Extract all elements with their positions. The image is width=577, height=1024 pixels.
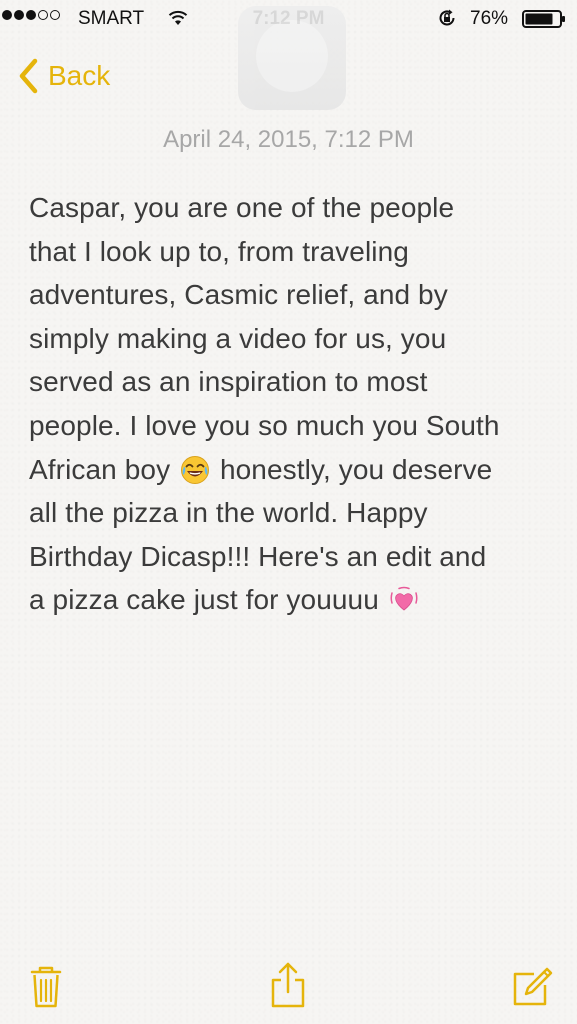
note-body[interactable]: Caspar, you are one of the people that I… (29, 186, 559, 622)
note-text: African boy (29, 453, 171, 485)
note-date: April 24, 2015, 7:12 PM (163, 126, 414, 153)
app-icon-placeholder (238, 6, 346, 110)
delete-note-button[interactable] (24, 960, 68, 1010)
rotation-lock-icon (439, 9, 455, 26)
note-line: served as an inspiration to most (29, 366, 428, 398)
vibrating-heart-emoji-icon (390, 587, 418, 611)
compose-icon (513, 967, 553, 1006)
note-line: people. I love you so much you South (29, 409, 500, 441)
note-line: that I look up to, from traveling (29, 235, 409, 267)
chevron-left-icon (19, 58, 38, 94)
back-label: Back (48, 60, 111, 91)
notes-screen: SMART 7:12 PM 76% Back April 24, 2015 (0, 0, 577, 1024)
note-text: a pizza cake just for youuuu (29, 584, 379, 616)
note-line: African boy honestly, you deserve (29, 448, 559, 492)
note-line: Birthday Dicasp!!! Here's an edit and (29, 540, 487, 572)
share-icon (271, 962, 305, 1008)
app-icon-glyph (256, 20, 328, 92)
share-note-button[interactable] (266, 960, 310, 1010)
joy-emoji-icon (181, 455, 210, 484)
battery-icon (522, 10, 565, 28)
note-line: adventures, Casmic relief, and by (29, 279, 448, 311)
trash-icon (30, 966, 62, 1008)
note-line: Caspar, you are one of the people (29, 192, 455, 223)
note-line: simply making a video for us, you (29, 322, 447, 354)
note-line: all the pizza in the world. Happy (29, 497, 428, 529)
note-text: honestly, you deserve (219, 453, 493, 485)
back-button[interactable]: Back (18, 56, 110, 96)
note-line: a pizza cake just for youuuu (29, 578, 559, 622)
battery-percentage: 76% (470, 8, 509, 29)
compose-note-button[interactable] (510, 960, 554, 1010)
